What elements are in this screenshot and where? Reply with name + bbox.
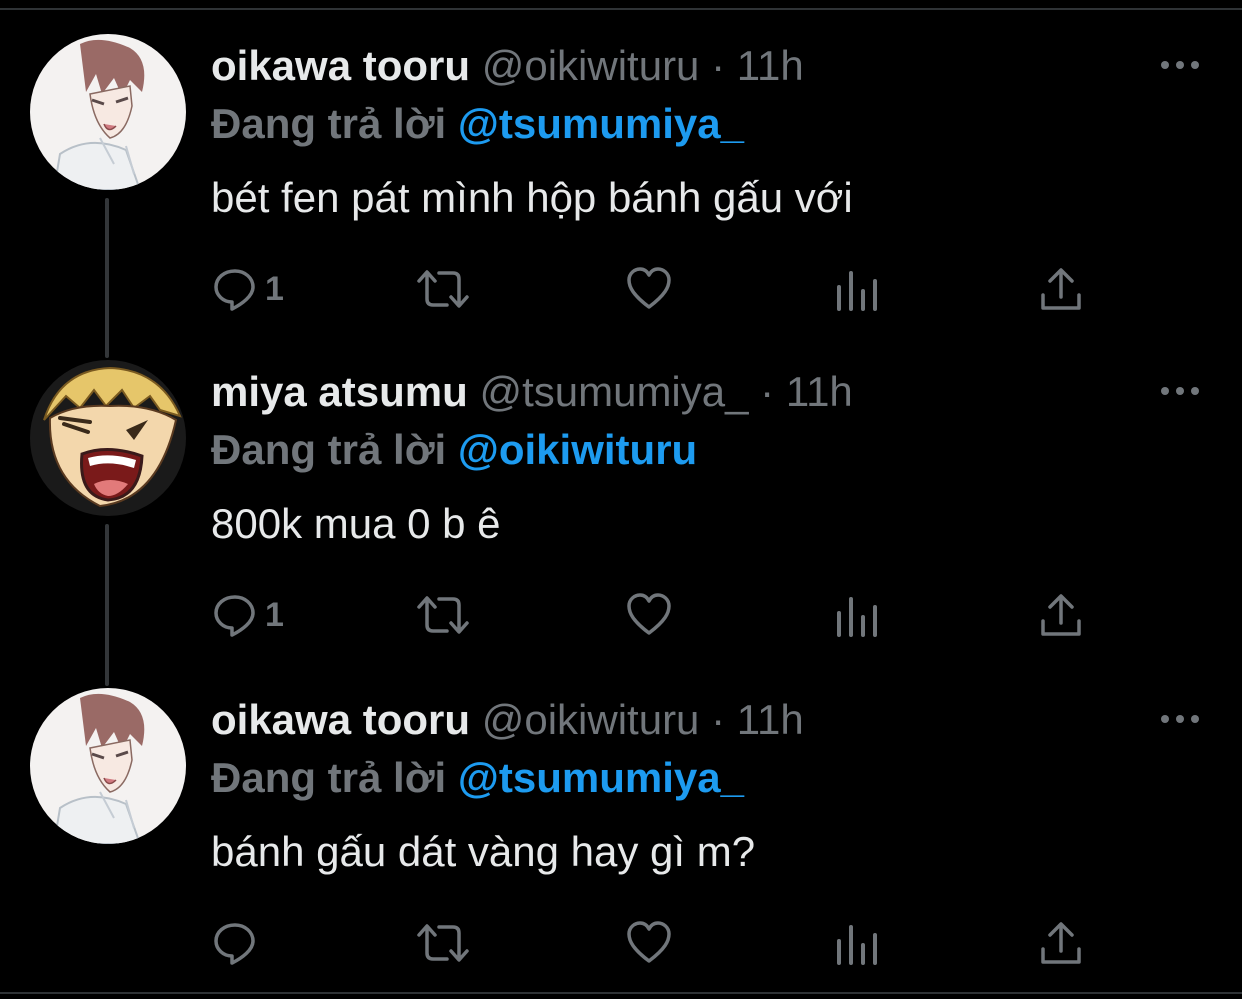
like-button[interactable] [625,262,673,316]
tweet[interactable]: oikawa tooru @oikiwituru · 11h Đang trả … [0,654,1242,974]
replying-to-label: Đang trả lời [211,100,447,147]
reply-button[interactable] [211,916,265,970]
share-icon [1041,922,1081,964]
share-icon [1041,268,1081,310]
tweet-text: bét fen pát mình hộp bánh gấu với [211,174,853,221]
timestamp[interactable]: 11h [737,696,804,743]
tweet-header: oikawa tooru @oikiwituru · 11h [211,694,804,746]
replying-to-link[interactable]: @tsumumiya_ [458,100,744,147]
replying-to-link[interactable]: @tsumumiya_ [458,754,744,801]
retweet-button[interactable] [415,916,471,970]
avatar-oikawa [30,688,186,844]
analytics-icon [837,597,877,637]
reply-icon [214,595,255,637]
replying-to: Đang trả lời @tsumumiya_ [211,752,744,804]
separator-dot: · [711,696,726,743]
reply-count: 1 [265,595,284,634]
bottom-divider [0,992,1242,999]
reply-button[interactable]: 1 [211,262,284,316]
analytics-icon [837,271,877,311]
username[interactable]: @oikiwituru [482,696,700,743]
avatar[interactable] [30,360,186,516]
tweet-header: oikawa tooru @oikiwituru · 11h [211,40,804,92]
reply-count: 1 [265,269,284,308]
tweet-text: 800k mua 0 b ê [211,500,501,547]
share-button[interactable] [1037,588,1085,642]
reply-icon [214,923,255,965]
retweet-icon [417,270,469,308]
like-icon [627,593,671,635]
share-icon [1041,594,1081,636]
more-icon[interactable] [1158,712,1202,726]
replying-to-link[interactable]: @oikiwituru [458,426,697,473]
avatar-oikawa [30,34,186,190]
tweet[interactable]: oikawa tooru @oikiwituru · 11h Đang trả … [0,0,1242,320]
separator-dot: · [711,42,726,89]
display-name[interactable]: oikawa tooru [211,696,470,743]
display-name[interactable]: oikawa tooru [211,42,470,89]
analytics-button[interactable] [833,262,881,316]
display-name[interactable]: miya atsumu [211,368,468,415]
share-button[interactable] [1037,262,1085,316]
replying-to-label: Đang trả lời [211,754,447,801]
share-button[interactable] [1037,916,1085,970]
like-button[interactable] [625,588,673,642]
reply-icon [214,269,255,311]
reply-button[interactable]: 1 [211,588,284,642]
analytics-icon [837,925,877,965]
timestamp[interactable]: 11h [737,42,804,89]
retweet-icon [417,924,469,962]
analytics-button[interactable] [833,588,881,642]
like-icon [627,921,671,963]
tweet-text: bánh gấu dát vàng hay gì m? [211,828,756,875]
separator-dot: · [760,368,775,415]
like-icon [627,267,671,309]
avatar[interactable] [30,688,186,844]
more-icon[interactable] [1158,58,1202,72]
retweet-icon [417,596,469,634]
more-icon[interactable] [1158,384,1202,398]
tweet-actions: 1 [211,588,1091,642]
replying-to: Đang trả lời @tsumumiya_ [211,98,744,150]
tweet[interactable]: miya atsumu @tsumumiya_ · 11h Đang trả l… [0,326,1242,646]
timestamp[interactable]: 11h [786,368,853,415]
avatar-atsumu [30,360,186,516]
like-button[interactable] [625,916,673,970]
retweet-button[interactable] [415,588,471,642]
analytics-button[interactable] [833,916,881,970]
username[interactable]: @tsumumiya_ [479,368,748,415]
replying-to: Đang trả lời @oikiwituru [211,424,697,476]
username[interactable]: @oikiwituru [482,42,700,89]
retweet-button[interactable] [415,262,471,316]
tweet-header: miya atsumu @tsumumiya_ · 11h [211,366,853,418]
tweet-actions: 1 [211,262,1091,316]
replying-to-label: Đang trả lời [211,426,447,473]
avatar[interactable] [30,34,186,190]
tweet-actions [211,916,1091,970]
